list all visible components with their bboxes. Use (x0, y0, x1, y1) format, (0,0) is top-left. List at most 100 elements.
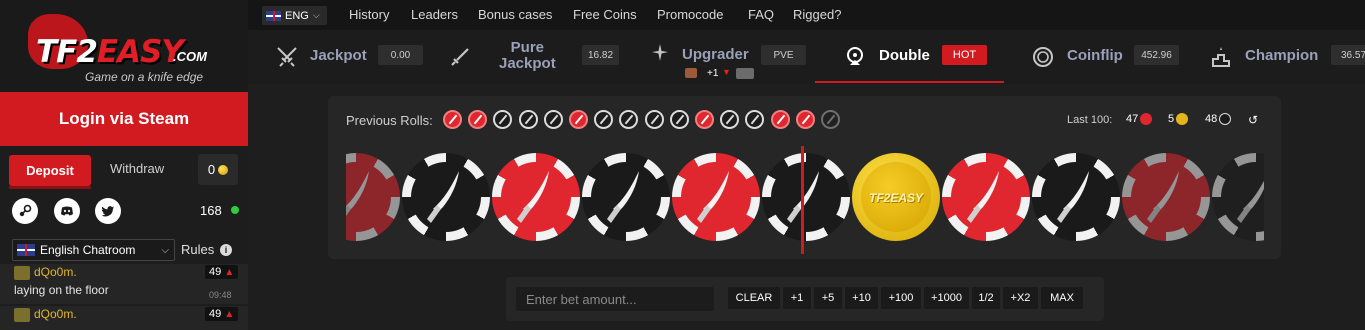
info-icon[interactable]: i (220, 244, 232, 256)
game-label: Pure Jackpot (499, 40, 556, 72)
rules-link[interactable]: Rules (181, 242, 214, 257)
game-tab-champion[interactable]: Champion 36.57 (1190, 30, 1365, 84)
nav-history[interactable]: History (349, 7, 389, 22)
previous-rolls-label: Previous Rolls: (346, 113, 433, 128)
game-tab-upgrader[interactable]: Upgrader PVE +1 ▼ (623, 30, 813, 84)
balance-value: 0 (207, 162, 216, 177)
balance-box: 0 (198, 154, 238, 185)
chevron-down-icon: ⌵ (161, 244, 169, 256)
twitter-icon[interactable] (95, 198, 121, 224)
nav-promocode[interactable]: Promocode (657, 7, 723, 22)
previous-roll-red (770, 110, 790, 129)
deposit-tab-underline (9, 186, 91, 189)
wheel-icon (847, 47, 863, 65)
nav-bonus-cases[interactable]: Bonus cases (478, 7, 552, 22)
history-icon[interactable]: ↺ (1248, 113, 1258, 127)
logo-suffix: .COM (173, 49, 207, 64)
user-level: 49 (209, 308, 222, 320)
previous-roll-black (493, 110, 513, 129)
previous-roll-red (468, 110, 488, 129)
roll-chip-red (1122, 153, 1210, 241)
nav-rigged[interactable]: Rigged? (793, 7, 841, 22)
discord-icon[interactable] (54, 198, 80, 224)
previous-roll-black (619, 110, 639, 129)
bet-button-1000[interactable]: +1000 (924, 287, 969, 309)
podium-icon (1212, 47, 1230, 67)
language-select[interactable]: ENG ⌵ (262, 6, 327, 25)
bet-button-5[interactable]: +5 (814, 287, 842, 309)
last100-black: 48 (1205, 113, 1232, 125)
avatar[interactable] (14, 266, 30, 280)
bet-button-10[interactable]: +10 (845, 287, 878, 309)
chevron-down-icon: ⌵ (312, 10, 320, 20)
last100-label: Last 100: (1067, 114, 1113, 126)
previous-roll-black (821, 110, 840, 129)
item-thumbnail (736, 68, 754, 79)
roll-chip-red (672, 153, 760, 241)
roll-chip-gold: TF2EASY (852, 153, 940, 241)
last100-red-count: 47 (1126, 113, 1139, 125)
login-steam-button[interactable]: Login via Steam (0, 92, 248, 146)
uk-flag-icon (17, 244, 35, 256)
roll-strip: TF2EASY (346, 146, 1264, 254)
online-count: 168 (200, 203, 222, 218)
avatar[interactable] (14, 308, 30, 322)
item-thumbnail (685, 68, 697, 78)
previous-roll-red (569, 110, 588, 129)
main-area: Previous Rolls: Last 100: 47 5 48 ↺ TF2E… (248, 84, 1365, 330)
steam-icon[interactable] (12, 198, 38, 224)
previous-roll-black (594, 110, 614, 129)
logo-accent: EASY (96, 34, 184, 70)
bet-button-max[interactable]: MAX (1041, 287, 1083, 309)
game-tab-coinflip[interactable]: Coinflip 452.96 (1005, 30, 1190, 84)
last100-gold: 5 (1168, 113, 1189, 125)
bet-button-100[interactable]: +100 (881, 287, 921, 309)
sword-icon (451, 48, 469, 66)
logo-main: TF2 (36, 34, 98, 70)
game-label: Upgrader (682, 46, 749, 63)
bet-button-x2[interactable]: +X2 (1003, 287, 1038, 309)
nav-faq[interactable]: FAQ (748, 7, 774, 22)
chat-message: dQo0m. 49 ▲ (0, 306, 248, 330)
roll-chip-black (402, 153, 490, 241)
user-level-badge: 49 ▲ (205, 265, 239, 279)
chat-username[interactable]: dQo0m. (34, 265, 77, 279)
chat-message-time: 09:48 (209, 290, 232, 300)
gold-chip-text: TF2EASY (868, 191, 923, 205)
bet-bar: CLEAR+1+5+10+100+10001/2+X2MAX (506, 277, 1104, 321)
previous-roll-black (745, 110, 765, 129)
chat-username[interactable]: dQo0m. (34, 307, 77, 321)
game-label: Coinflip (1067, 47, 1123, 64)
double-panel: Previous Rolls: Last 100: 47 5 48 ↺ TF2E… (328, 96, 1281, 259)
nav-leaders[interactable]: Leaders (411, 7, 458, 22)
bet-button-clear[interactable]: CLEAR (728, 287, 780, 309)
last100-black-count: 48 (1205, 113, 1218, 125)
language-code: ENG (285, 9, 309, 22)
previous-roll-black (669, 110, 689, 129)
game-tab-double[interactable]: Double HOT (815, 30, 1005, 84)
roll-chip-red (942, 153, 1030, 241)
upgrader-sub: +1 (707, 68, 719, 79)
bet-button-12[interactable]: 1/2 (972, 287, 1000, 309)
red-roll-icon (1140, 113, 1153, 125)
flame-icon: ▲ (224, 267, 235, 278)
game-label-line1: Pure (510, 39, 545, 56)
bet-amount-input[interactable] (516, 287, 714, 311)
game-tab-jackpot[interactable]: Jackpot 0.00 (248, 30, 433, 84)
game-tab-pure-jackpot[interactable]: Pure Jackpot 16.82 (433, 30, 623, 84)
top-bar: ENG ⌵ History Leaders Bonus cases Free C… (248, 0, 1365, 30)
previous-roll-black (518, 110, 538, 129)
nav-free-coins[interactable]: Free Coins (573, 7, 637, 22)
withdraw-tab[interactable]: Withdraw (110, 161, 164, 176)
chat-message-text: laying on the floor (14, 283, 109, 297)
sidebar: TF2EASY .COM Game on a knife edge Login … (0, 0, 248, 330)
deposit-tab[interactable]: Deposit (9, 155, 91, 186)
game-value: 36.57 (1331, 45, 1365, 65)
chatroom-select[interactable]: English Chatroom ⌵ (12, 239, 175, 261)
logo-tagline: Game on a knife edge (85, 70, 204, 84)
logo[interactable]: TF2EASY .COM Game on a knife edge (0, 0, 248, 92)
bet-button-1[interactable]: +1 (783, 287, 811, 309)
flame-icon: ▲ (224, 309, 235, 320)
social-row: 168 (0, 196, 248, 226)
user-level-badge: 49 ▲ (205, 307, 239, 321)
